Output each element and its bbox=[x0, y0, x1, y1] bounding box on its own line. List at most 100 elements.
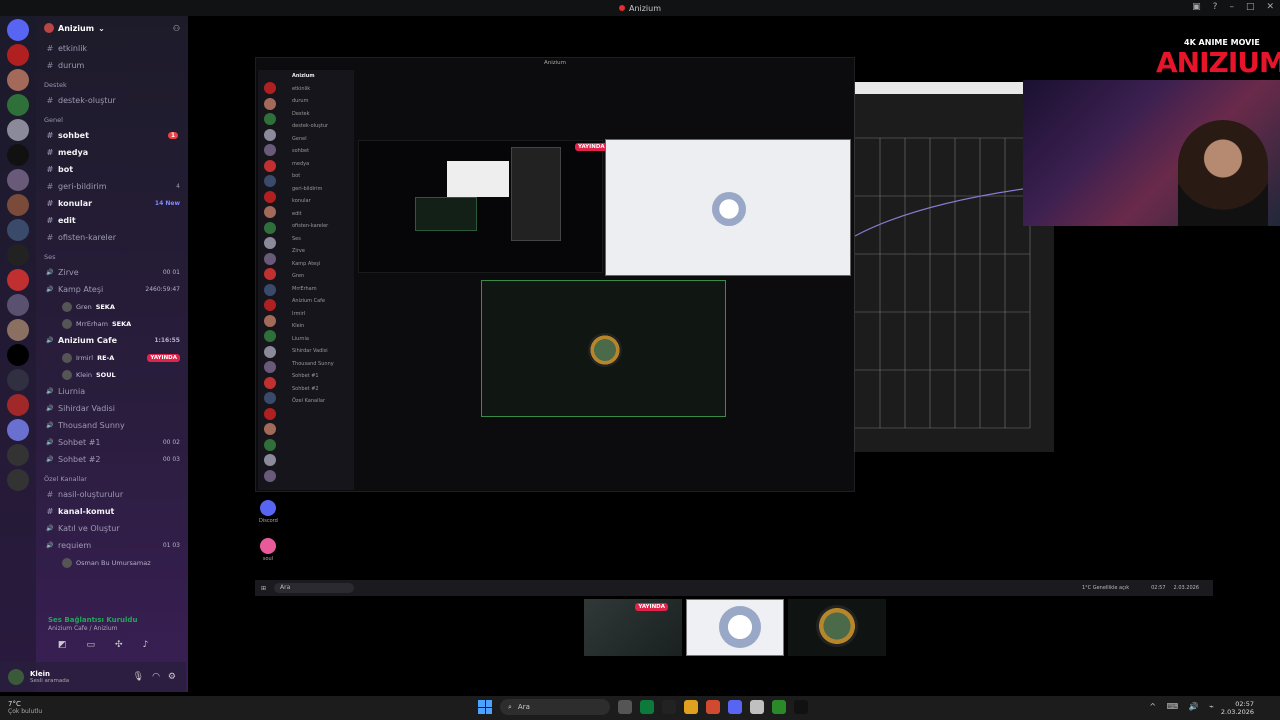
thumbnail-white-avatar[interactable] bbox=[686, 599, 784, 656]
stream-tile-green[interactable] bbox=[481, 280, 726, 417]
discord-icon[interactable] bbox=[260, 500, 276, 516]
chrome-icon[interactable] bbox=[706, 700, 720, 714]
help-icon[interactable]: ? bbox=[1213, 2, 1218, 12]
folder-icon[interactable] bbox=[7, 294, 29, 316]
voice-user[interactable]: MrrErham SEKA bbox=[36, 315, 188, 332]
inbox-icon[interactable]: ▣ bbox=[1192, 2, 1201, 12]
add-member-icon[interactable]: ⚇ bbox=[173, 24, 180, 33]
server-icon[interactable] bbox=[7, 169, 29, 191]
capcut-icon[interactable] bbox=[794, 700, 808, 714]
voice-status[interactable]: Ses Bağlantısı Kuruldu bbox=[48, 616, 176, 624]
microphone-icon[interactable]: 🎙 bbox=[133, 672, 144, 682]
server-icon[interactable] bbox=[7, 394, 29, 416]
maximize-button[interactable]: □ bbox=[1246, 2, 1255, 12]
text-channel[interactable]: # konular 14 New bbox=[36, 195, 188, 212]
close-button[interactable]: ✕ bbox=[1266, 2, 1274, 12]
voice-user[interactable]: Irmirl RE-A YAYINDA bbox=[36, 349, 188, 366]
voice-user[interactable]: Osman Bu Umursamaz bbox=[36, 554, 188, 571]
nested-green-tile bbox=[415, 197, 477, 231]
soundboard-icon[interactable]: ♪ bbox=[143, 640, 149, 650]
voice-channel[interactable]: 🔊 Sohbet #1 00 02 bbox=[36, 434, 188, 451]
windows-start-icon[interactable] bbox=[478, 700, 492, 714]
voice-channel[interactable]: 🔊 requiem 01 03 bbox=[36, 537, 188, 554]
weather-widget[interactable]: 7°C Çok bulutlu bbox=[0, 700, 42, 716]
text-channel[interactable]: # bot bbox=[36, 161, 188, 178]
text-channel[interactable]: # nasil-oluşturulur bbox=[36, 486, 188, 503]
server-icon[interactable] bbox=[7, 219, 29, 241]
text-channel[interactable]: # medya bbox=[36, 144, 188, 161]
text-channel[interactable]: # sohbet 1 bbox=[36, 127, 188, 144]
speaker-icon: 🔊 bbox=[46, 388, 54, 395]
text-channel[interactable]: # kanal-komut bbox=[36, 503, 188, 520]
server-icon[interactable] bbox=[7, 119, 29, 141]
voice-channel[interactable]: 🔊 Liurnia bbox=[36, 383, 188, 400]
camera-icon[interactable]: ◩ bbox=[58, 640, 67, 650]
xbox-icon[interactable] bbox=[640, 700, 654, 714]
channel-name: medya bbox=[58, 148, 89, 157]
server-icon[interactable] bbox=[7, 194, 29, 216]
hash-icon: # bbox=[46, 233, 54, 242]
thumbnail-screen[interactable]: YAYINDA bbox=[584, 599, 682, 656]
channel-name: sohbet bbox=[58, 131, 89, 140]
server-icon[interactable] bbox=[7, 244, 29, 266]
server-icon[interactable] bbox=[7, 369, 29, 391]
headphones-icon[interactable]: ◠ bbox=[152, 672, 160, 682]
media-icon[interactable] bbox=[772, 700, 786, 714]
discord-icon[interactable] bbox=[728, 700, 742, 714]
inner-time: 02:57 bbox=[1151, 585, 1166, 591]
voice-channel[interactable]: 🔊 Kamp Ateşi 2460:59:47 bbox=[36, 281, 188, 298]
soul-icon[interactable] bbox=[260, 538, 276, 554]
taskbar-search[interactable]: ⌕ Ara bbox=[500, 699, 610, 715]
text-channel[interactable]: # durum bbox=[36, 57, 188, 74]
server-icon[interactable] bbox=[7, 419, 29, 441]
server-icon[interactable] bbox=[7, 44, 29, 66]
text-channel[interactable]: # destek-oluştur bbox=[36, 92, 188, 109]
server-header[interactable]: Anizium ⌄ ⚇ bbox=[36, 16, 188, 40]
app-icon[interactable] bbox=[750, 700, 764, 714]
steam-icon[interactable] bbox=[662, 700, 676, 714]
screen-share-icon[interactable]: ▭ bbox=[87, 640, 96, 650]
taskbar-clock[interactable]: 02:57 2.03.2026 bbox=[1221, 700, 1254, 716]
voice-user[interactable]: Klein SOUL bbox=[36, 366, 188, 383]
system-tray[interactable]: ^ ⌨ 🔊 ⌁ bbox=[1149, 702, 1218, 711]
file-explorer-icon[interactable] bbox=[684, 700, 698, 714]
stream-tile-white[interactable] bbox=[605, 139, 851, 276]
server-icon[interactable] bbox=[7, 319, 29, 341]
avatar[interactable] bbox=[8, 669, 24, 685]
search-icon: ⌕ bbox=[508, 702, 512, 711]
nested-graph-tile bbox=[511, 147, 561, 241]
activities-icon[interactable]: ✣ bbox=[115, 640, 123, 650]
category-header[interactable]: Destek bbox=[36, 74, 188, 92]
settings-gear-icon[interactable]: ⚙ bbox=[168, 672, 176, 682]
inner-weather: 1°C Genellikle açık bbox=[1081, 585, 1130, 591]
text-channel[interactable]: # ofisten-kareler bbox=[36, 229, 188, 246]
voice-channel[interactable]: 🔊 Zirve 00 01 bbox=[36, 264, 188, 281]
thumbnail-green-avatar[interactable] bbox=[788, 599, 886, 656]
inner-server-icon bbox=[264, 407, 276, 420]
text-channel[interactable]: # geri-bildirim 4 bbox=[36, 178, 188, 195]
text-channel[interactable]: # edit bbox=[36, 212, 188, 229]
category-header[interactable]: Genel bbox=[36, 109, 188, 127]
explore-icon[interactable] bbox=[7, 469, 29, 491]
voice-user[interactable]: Gren SEKA bbox=[36, 298, 188, 315]
category-header[interactable]: Özel Kanallar bbox=[36, 468, 188, 486]
server-icon[interactable] bbox=[7, 94, 29, 116]
server-icon[interactable] bbox=[7, 69, 29, 91]
add-server-icon[interactable] bbox=[7, 444, 29, 466]
category-header[interactable]: Ses bbox=[36, 246, 188, 264]
voice-channel[interactable]: 🔊 Katıl ve Oluştur bbox=[36, 520, 188, 537]
speaker-icon: 🔊 bbox=[46, 542, 54, 549]
text-channel[interactable]: # etkinlik bbox=[36, 40, 188, 57]
voice-channel[interactable]: 🔊 Thousand Sunny bbox=[36, 417, 188, 434]
minimize-button[interactable]: – bbox=[1229, 2, 1234, 12]
taskbar-search-label: Ara bbox=[517, 703, 530, 711]
x-icon[interactable] bbox=[7, 344, 29, 366]
voice-channel[interactable]: 🔊 Anizium Cafe 1:16:55 bbox=[36, 332, 188, 349]
channel-name: bot bbox=[58, 165, 74, 174]
voice-channel[interactable]: 🔊 Sihirdar Vadisi bbox=[36, 400, 188, 417]
discord-home-icon[interactable] bbox=[7, 19, 29, 41]
task-view-icon[interactable] bbox=[618, 700, 632, 714]
server-icon[interactable] bbox=[7, 144, 29, 166]
server-icon[interactable] bbox=[7, 269, 29, 291]
voice-channel[interactable]: 🔊 Sohbet #2 00 03 bbox=[36, 451, 188, 468]
